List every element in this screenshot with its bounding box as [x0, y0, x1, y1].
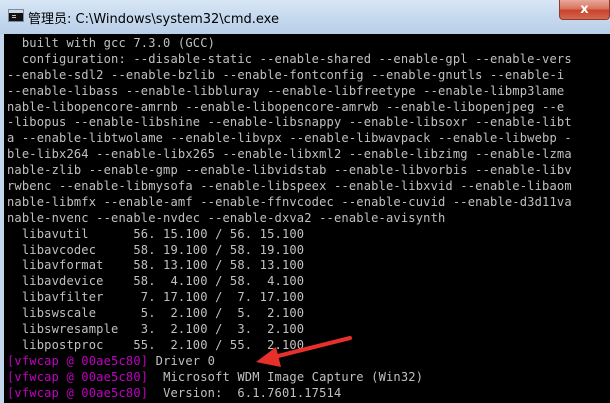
console-line: nable-zlib --enable-gmp --enable-libvids… — [7, 163, 572, 179]
close-button[interactable]: x — [559, 0, 610, 20]
console-line: nable-libmfx --enable-amf --enable-ffnvc… — [7, 195, 572, 211]
line-text: a --enable-libtwolame --enable-libvpx --… — [7, 131, 572, 146]
window-title: 管理员: C:\Windows\system32\cmd.exe — [28, 12, 279, 27]
line-text: built with gcc 7.3.0 (GCC) — [7, 36, 216, 50]
line-text: libavutil 56. 15.100 / 56. 15.100 — [7, 226, 305, 241]
line-text: libavfilter 7. 17.100 / 7. 17.100 — [7, 290, 305, 305]
line-text: ble-libx264 --enable-libx265 --enable-li… — [7, 147, 572, 162]
console-line: configuration: --disable-static --enable… — [7, 52, 572, 68]
line-text: libpostproc 55. 2.100 / 55. 2.100 — [7, 337, 305, 352]
log-prefix: [vfwcap @ 00ae5c80] — [7, 353, 149, 368]
console-line: libavdevice 58. 4.100 / 58. 4.100 — [7, 274, 572, 290]
console-line: libavcodec 58. 19.100 / 58. 19.100 — [7, 243, 572, 259]
console-line: libavfilter 7. 17.100 / 7. 17.100 — [7, 290, 572, 306]
console-lines: built with gcc 7.3.0 (GCC) configuration… — [7, 36, 572, 401]
line-text: libswresample 3. 2.100 / 3. 2.100 — [7, 322, 305, 337]
line-text: Version: 6.1.7601.17514 — [148, 385, 342, 400]
console-line: libpostproc 55. 2.100 / 55. 2.100 — [7, 338, 572, 354]
console-line: nable-nvenc --enable-nvdec --enable-dxva… — [7, 211, 572, 227]
line-text: nable-libmfx --enable-amf --enable-ffnvc… — [7, 194, 572, 209]
line-text: --enable-libass --enable-libbluray --ena… — [7, 83, 565, 98]
console-line: libavutil 56. 15.100 / 56. 15.100 — [7, 227, 572, 243]
console-line: libavformat 58. 13.100 / 58. 13.100 — [7, 258, 572, 274]
console-line: --enable-libass --enable-libbluray --ena… — [7, 84, 572, 100]
console-line: [vfwcap @ 00ae5c80] Version: 6.1.7601.17… — [7, 386, 572, 402]
cmd-window: 管理员: C:\Windows\system32\cmd.exe x built… — [0, 0, 610, 403]
close-icon: x — [580, 2, 589, 17]
console-line: nable-libopencore-amrnb --enable-libopen… — [7, 100, 572, 116]
title-bar[interactable]: 管理员: C:\Windows\system32\cmd.exe x — [0, 0, 610, 34]
line-text: nable-libopencore-amrnb --enable-libopen… — [7, 99, 565, 114]
console-line: rwbenc --enable-libmysofa --enable-libsp… — [7, 179, 572, 195]
console-line: libswscale 5. 2.100 / 5. 2.100 — [7, 306, 572, 322]
line-text: -libopus --enable-libshine --enable-libs… — [7, 115, 572, 130]
log-prefix: [vfwcap @ 00ae5c80] — [7, 385, 149, 400]
line-text: libavformat 58. 13.100 / 58. 13.100 — [7, 258, 305, 273]
console-line: built with gcc 7.3.0 (GCC) — [7, 36, 572, 52]
console-line: [vfwcap @ 00ae5c80] Microsoft WDM Image … — [7, 370, 572, 386]
console-line: -libopus --enable-libshine --enable-libs… — [7, 115, 572, 131]
line-text: rwbenc --enable-libmysofa --enable-libsp… — [7, 179, 572, 194]
line-text: Driver 0 — [148, 353, 216, 368]
console-output[interactable]: built with gcc 7.3.0 (GCC) configuration… — [0, 34, 610, 403]
log-prefix: [vfwcap @ 00ae5c80] — [7, 369, 149, 384]
line-text: nable-zlib --enable-gmp --enable-libvids… — [7, 163, 572, 178]
line-text: --enable-sdl2 --enable-bzlib --enable-fo… — [7, 67, 565, 82]
console-line: a --enable-libtwolame --enable-libvpx --… — [7, 131, 572, 147]
console-line: ble-libx264 --enable-libx265 --enable-li… — [7, 147, 572, 163]
console-line: [vfwcap @ 00ae5c80] Driver 0 — [7, 354, 572, 370]
line-text: Microsoft WDM Image Capture (Win32) — [148, 369, 424, 384]
line-text: configuration: --disable-static --enable… — [7, 51, 572, 66]
console-app-icon[interactable] — [8, 9, 24, 22]
console-line: --enable-sdl2 --enable-bzlib --enable-fo… — [7, 68, 572, 84]
console-line: libswresample 3. 2.100 / 3. 2.100 — [7, 322, 572, 338]
line-text: libavcodec 58. 19.100 / 58. 19.100 — [7, 242, 305, 257]
line-text: libswscale 5. 2.100 / 5. 2.100 — [7, 306, 305, 321]
line-text: nable-nvenc --enable-nvdec --enable-dxva… — [7, 210, 446, 225]
line-text: libavdevice 58. 4.100 / 58. 4.100 — [7, 274, 305, 289]
